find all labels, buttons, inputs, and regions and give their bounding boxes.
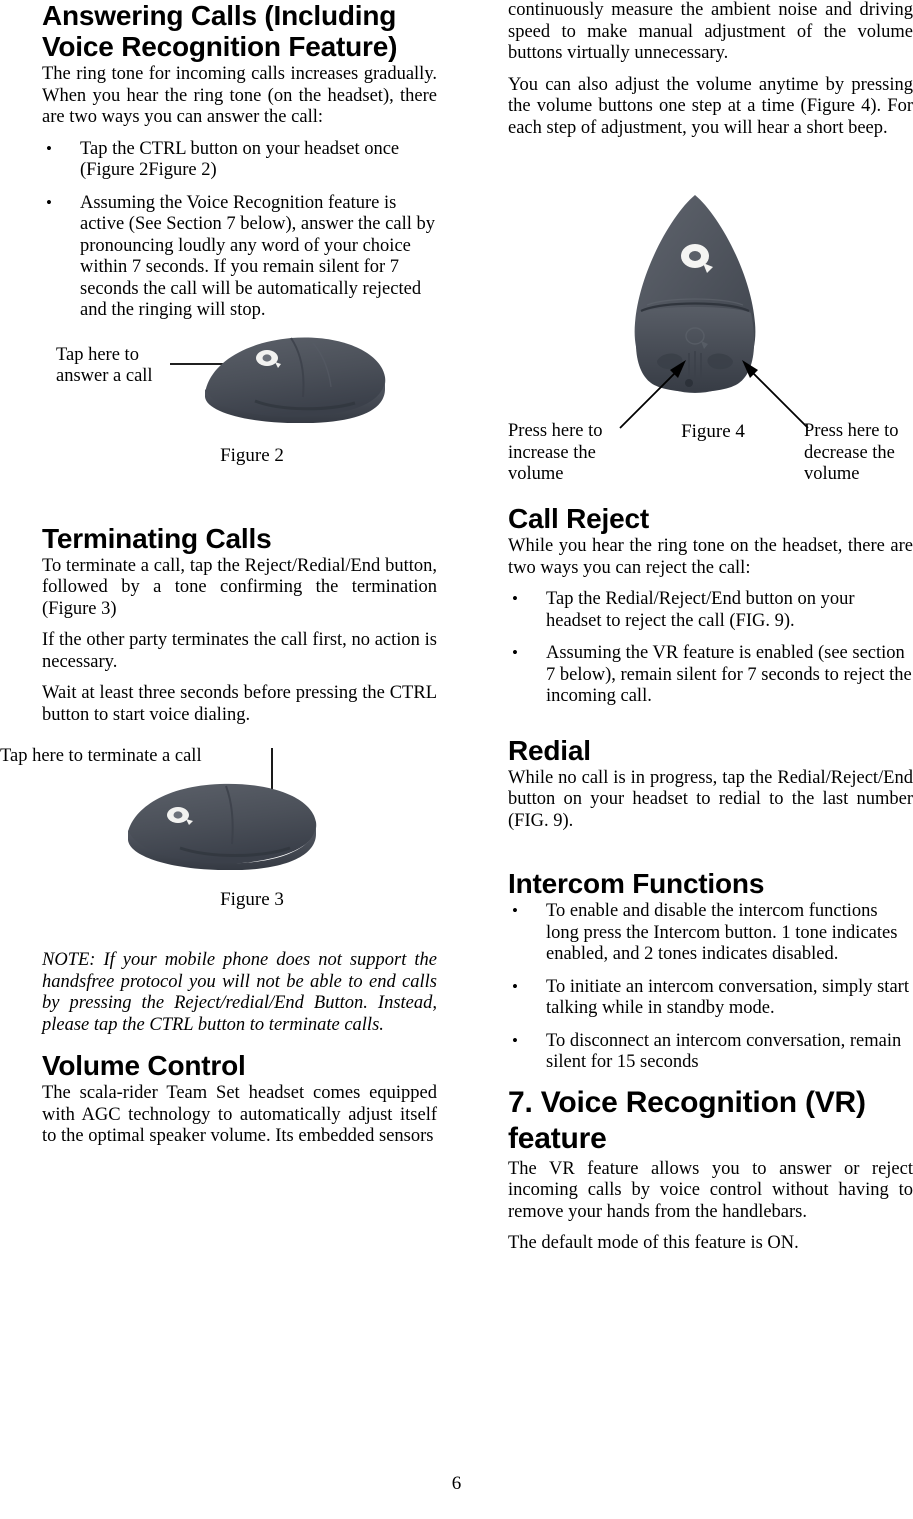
- figure-2-caption: Figure 2: [220, 444, 284, 466]
- heading-terminating-calls: Terminating Calls: [42, 522, 272, 554]
- heading-redial: Redial: [508, 734, 591, 766]
- heading-answering-calls: Answering Calls (Including Voice Recogni…: [42, 0, 398, 62]
- document-page: Answering Calls (Including Voice Recogni…: [0, 0, 913, 1519]
- heading-call-reject: Call Reject: [508, 503, 649, 534]
- list-answering-ways: Tap the CTRL button on your headset once…: [42, 138, 437, 322]
- figure-4-block: Press here to increase the volume Figure…: [508, 183, 913, 503]
- paragraph-answering-intro: The ring tone for incoming calls increas…: [42, 64, 437, 127]
- paragraph-volume-2: You can also adjust the volume anytime b…: [508, 74, 913, 138]
- list-item: Assuming the Voice Recognition feature i…: [42, 192, 437, 322]
- list-item: To disconnect an intercom conversation, …: [508, 1030, 913, 1074]
- figure-3-caption: Figure 3: [220, 889, 284, 910]
- heading-intercom-functions: Intercom Functions: [508, 868, 765, 899]
- heading-volume-control: Volume Control: [42, 1050, 246, 1081]
- paragraph-volume-1: The scala-rider Team Set headset comes e…: [42, 1083, 437, 1146]
- list-call-reject-ways: Tap the Redial/Reject/End button on your…: [508, 588, 913, 708]
- paragraph-terminating-1: To terminate a call, tap the Reject/Redi…: [42, 555, 437, 619]
- figure-2-block: Tap here to answer a call Figure 2: [42, 333, 437, 493]
- arrow-up-left-icon: [742, 360, 809, 429]
- paragraph-volume-continued: continuously measure the ambient noise a…: [508, 0, 913, 63]
- list-item: Tap the CTRL button on your headset once…: [42, 138, 437, 182]
- list-item: Assuming the VR feature is enabled (see …: [508, 642, 913, 708]
- figure-3-callout-label: Tap here to terminate a call: [0, 746, 202, 766]
- page-number: 6: [451, 1473, 462, 1494]
- heading-voice-recognition: 7. Voice Recognition (VR) feature: [508, 1085, 866, 1155]
- paragraph-terminating-2: If the other party terminates the call f…: [42, 630, 437, 672]
- left-column: Answering Calls (Including Voice Recogni…: [0, 0, 437, 1148]
- arrow-up-right-icon: [619, 360, 686, 429]
- figure-3-block: Tap here to terminate a call Figure 3: [0, 736, 437, 934]
- paragraph-terminating-3: Wait at least three seconds before press…: [42, 683, 437, 725]
- list-item: To initiate an intercom conversation, si…: [508, 976, 913, 1020]
- figure-4-callout-decrease: Press here to decrease the volume: [804, 421, 899, 484]
- headset-side-view-image: [128, 783, 317, 870]
- paragraph-redial: While no call is in progress, tap the Re…: [508, 767, 913, 831]
- list-item: To enable and disable the intercom funct…: [508, 900, 913, 966]
- list-intercom-functions: To enable and disable the intercom funct…: [508, 900, 913, 1074]
- paragraph-note: NOTE: If your mobile phone does not supp…: [42, 950, 437, 1035]
- right-column: continuously measure the ambient noise a…: [508, 0, 913, 1255]
- figure-4-callout-increase: Press here to increase the volume: [508, 421, 603, 484]
- paragraph-call-reject-intro: While you hear the ring tone on the head…: [508, 536, 913, 578]
- paragraph-vr-1: The VR feature allows you to answer or r…: [508, 1158, 913, 1222]
- headset-side-view-image: [205, 336, 386, 423]
- figure-2-callout-label: Tap here to answer a call: [56, 344, 153, 387]
- paragraph-vr-2: The default mode of this feature is ON.: [508, 1233, 799, 1253]
- two-column-layout: Answering Calls (Including Voice Recogni…: [0, 0, 913, 1255]
- list-item: Tap the Redial/Reject/End button on your…: [508, 588, 913, 632]
- figure-4-caption: Figure 4: [681, 421, 745, 442]
